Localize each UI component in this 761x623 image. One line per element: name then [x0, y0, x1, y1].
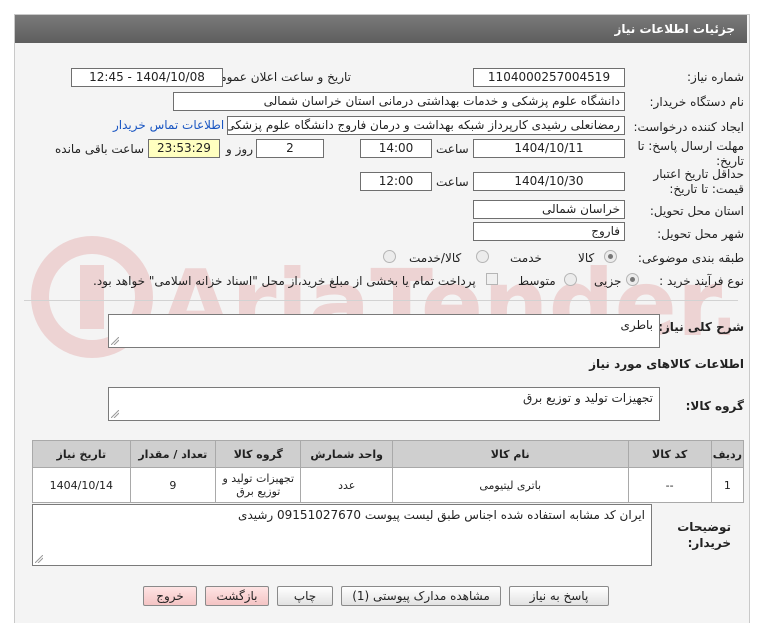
- price-date-field[interactable]: 1404/10/30: [473, 172, 625, 191]
- buyer-org-field[interactable]: دانشگاه علوم پزشکی و خدمات بهداشتی درمان…: [173, 92, 625, 111]
- title-bar: جزئیات اطلاعات نیاز: [15, 15, 747, 43]
- buyer-notes-label: توضیحات: [677, 520, 731, 534]
- goods-group-label: گروه کالا:: [685, 399, 744, 413]
- reply-time-field[interactable]: 14:00: [360, 139, 432, 158]
- announce-field[interactable]: 1404/10/08 - 12:45: [71, 68, 223, 87]
- days-remaining-field[interactable]: 2: [256, 139, 324, 158]
- view-attachments-button[interactable]: مشاهده مدارک پیوستی (1): [341, 586, 501, 606]
- buyer-notes-textarea[interactable]: ایران کد مشابه استفاده شده اجناس طبق لیس…: [32, 504, 652, 566]
- cell-code: --: [627, 467, 712, 503]
- category-option-service: خدمت: [510, 251, 542, 265]
- cell-group: تجهیزات تولید و توزیع برق: [215, 467, 302, 503]
- reply-date-field[interactable]: 1404/10/11: [473, 139, 625, 158]
- cell-quantity: 9: [129, 467, 217, 503]
- process-type-label: نوع فرآیند خرید :: [659, 274, 744, 288]
- reply-time-label: ساعت: [436, 142, 469, 156]
- cell-unit: عدد: [300, 467, 393, 503]
- cell-name: باتری لیتیومی: [391, 467, 629, 503]
- resize-grip-icon[interactable]: [111, 337, 119, 345]
- need-number-label: شماره نیاز:: [687, 70, 744, 84]
- category-option-goods-service: کالا/خدمت: [409, 251, 462, 265]
- resize-grip-icon[interactable]: [35, 555, 43, 563]
- goods-section-title: اطلاعات کالاهای مورد نیاز: [589, 357, 744, 371]
- category-radio-goods-service[interactable]: [383, 250, 396, 263]
- table-header-row: ردیف کد کالا نام کالا واحد شمارش گروه کا…: [32, 440, 745, 468]
- col-header-unit: واحد شمارش: [300, 440, 393, 468]
- process-option-medium: متوسط: [518, 274, 556, 288]
- page-title: جزئیات اطلاعات نیاز: [614, 22, 735, 36]
- province-field[interactable]: خراسان شمالی: [473, 200, 625, 219]
- col-header-date: تاریخ نیاز: [32, 440, 131, 468]
- section-divider: [24, 300, 738, 301]
- buyer-org-label: نام دستگاه خریدار:: [649, 95, 745, 109]
- price-validity-label: حداقل تاریخ اعتبار: [653, 167, 744, 181]
- exit-button[interactable]: خروج: [143, 586, 197, 606]
- need-description-textarea[interactable]: باطری: [108, 314, 660, 348]
- reply-to-need-button[interactable]: پاسخ به نیاز: [509, 586, 609, 606]
- cell-row-no: 1: [710, 467, 745, 503]
- resize-grip-icon[interactable]: [111, 410, 119, 418]
- province-label: استان محل تحویل:: [649, 204, 744, 218]
- days-label: روز و: [226, 142, 253, 156]
- process-radio-minor[interactable]: [626, 273, 639, 286]
- need-description-value: باطری: [620, 318, 653, 332]
- treasury-payment-checkbox[interactable]: [486, 273, 498, 285]
- col-header-row-no: ردیف: [710, 440, 745, 468]
- creator-field[interactable]: رمضانعلی رشیدی کارپرداز شبکه بهداشت و در…: [227, 116, 625, 135]
- remaining-time-field: 23:53:29: [148, 139, 220, 158]
- announce-label: تاریخ و ساعت اعلان عمومی:: [206, 70, 351, 84]
- buyer-contact-link[interactable]: اطلاعات تماس خریدار: [113, 118, 224, 132]
- treasury-payment-note: پرداخت تمام یا بخشی از مبلغ خرید،از محل …: [93, 274, 476, 288]
- process-option-minor: جزیی: [594, 274, 622, 288]
- price-validity-label-2: قیمت: تا تاریخ:: [669, 182, 744, 196]
- category-radio-service[interactable]: [476, 250, 489, 263]
- city-field[interactable]: فاروج: [473, 222, 625, 241]
- goods-group-textarea[interactable]: تجهیزات تولید و توزیع برق: [108, 387, 660, 421]
- need-description-label: شرح کلی نیاز:: [658, 320, 744, 334]
- col-header-quantity: تعداد / مقدار: [129, 440, 217, 468]
- print-button[interactable]: چاپ: [277, 586, 333, 606]
- remaining-time-label: ساعت باقی مانده: [55, 142, 145, 156]
- buyer-notes-label-2: خریدار:: [687, 536, 731, 550]
- need-number-field[interactable]: 1104000257004519: [473, 68, 625, 87]
- category-option-goods: کالا: [578, 251, 595, 265]
- goods-table: ردیف کد کالا نام کالا واحد شمارش گروه کا…: [32, 440, 745, 503]
- price-time-field[interactable]: 12:00: [360, 172, 432, 191]
- process-radio-medium[interactable]: [564, 273, 577, 286]
- table-row: 1 -- باتری لیتیومی عدد تجهیزات تولید و ت…: [32, 467, 745, 503]
- col-header-name: نام کالا: [391, 440, 629, 468]
- category-radio-goods[interactable]: [604, 250, 617, 263]
- col-header-group: گروه کالا: [215, 440, 302, 468]
- col-header-code: کد کالا: [627, 440, 712, 468]
- reply-deadline-label-2: تاریخ:: [716, 154, 744, 168]
- category-label: طبقه بندی موضوعی:: [637, 251, 744, 265]
- price-time-label: ساعت: [436, 175, 469, 189]
- creator-label: ایجاد کننده درخواست:: [633, 120, 744, 134]
- goods-group-value: تجهیزات تولید و توزیع برق: [523, 391, 653, 405]
- buyer-notes-value: ایران کد مشابه استفاده شده اجناس طبق لیس…: [238, 508, 645, 522]
- back-button[interactable]: بازگشت: [205, 586, 269, 606]
- reply-deadline-label: مهلت ارسال پاسخ: تا: [637, 139, 744, 153]
- cell-date: 1404/10/14: [32, 467, 131, 503]
- city-label: شهر محل تحویل:: [657, 227, 744, 241]
